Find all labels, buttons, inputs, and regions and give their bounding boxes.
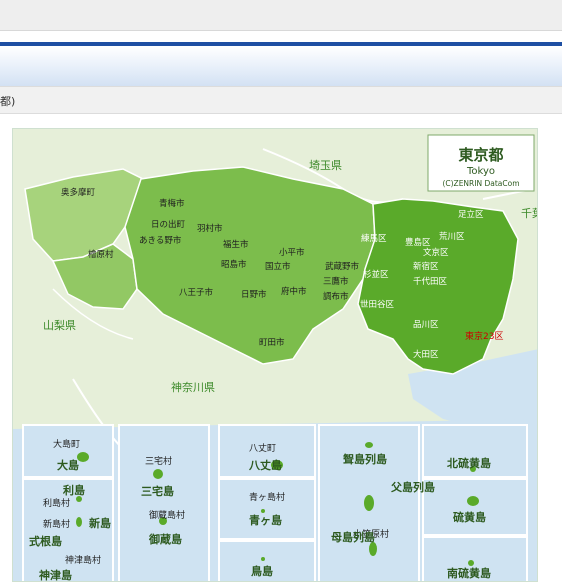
label-hachioji: 八王子市	[179, 287, 214, 298]
tokyo-map: 東京都 Tokyo (C)ZENRIN DataCom 埼玉県 山梨県 神奈川県…	[12, 128, 538, 582]
label-toshima-village: 利島村	[43, 497, 70, 509]
label-yamanashi: 山梨県	[43, 318, 76, 332]
label-shikinejima: 式根島	[29, 534, 62, 548]
island-shape	[76, 517, 82, 527]
label-kozushima: 神津島	[39, 568, 72, 582]
label-oshima: 大島	[57, 458, 79, 472]
island-shape	[369, 542, 377, 556]
island-shape	[261, 509, 265, 513]
label-toshima-island: 利島	[63, 483, 85, 497]
island-shape	[468, 560, 474, 566]
label-nerima: 練馬区	[361, 233, 387, 244]
label-mukojima: 聟島列島	[343, 452, 387, 466]
label-toshima: 豊島区	[405, 237, 431, 248]
label-fuchu: 府中市	[281, 286, 307, 297]
label-minamiiwo: 南硫黄島	[447, 566, 491, 580]
label-adachi: 足立区	[458, 209, 484, 220]
label-akiruno: あきる野市	[139, 235, 182, 246]
label-shinjuku: 新宿区	[413, 261, 439, 272]
label-akishima: 昭島市	[221, 259, 247, 270]
label-miyakejima: 三宅島	[141, 484, 174, 498]
label-fussa: 福生市	[223, 239, 249, 250]
island-shape	[364, 495, 374, 511]
label-setagaya: 世田谷区	[360, 299, 395, 310]
label-hamura: 羽村市	[197, 223, 223, 234]
label-ota: 大田区	[413, 349, 439, 360]
island-cell-aogashima[interactable]	[218, 478, 316, 540]
label-kitaiwo: 北硫黄島	[447, 456, 491, 470]
label-chichijima: 父島列島	[390, 480, 435, 494]
label-miyake-village: 三宅村	[145, 455, 172, 467]
label-musashino: 武蔵野市	[325, 261, 360, 272]
islands-panel: 大島町 大島 利島 利島村 新島村 新島 式根島 神津島村 神津島 三宅村 三宅…	[22, 424, 528, 582]
label-mikura-village: 御蔵島村	[149, 509, 185, 521]
breadcrumb-bar: 都)	[0, 86, 562, 114]
label-suginami: 杉並区	[363, 269, 389, 280]
label-niijima: 新島	[89, 516, 111, 530]
label-chofu: 調布市	[323, 291, 349, 302]
label-hinohara: 檜原村	[88, 249, 114, 260]
island-cell-iwojima[interactable]	[422, 478, 528, 536]
label-kunitachi: 国立市	[265, 261, 291, 272]
island-shape	[261, 557, 265, 561]
map-svg: 東京都 Tokyo (C)ZENRIN DataCom 埼玉県 山梨県 神奈川県…	[13, 129, 538, 582]
label-aogashima-village: 青ヶ島村	[249, 491, 285, 503]
label-hino: 日野市	[241, 289, 267, 300]
label-kanagawa: 神奈川県	[171, 380, 215, 394]
label-hachijo-town: 八丈町	[249, 443, 276, 454]
title-credit: (C)ZENRIN DataCom	[442, 179, 519, 188]
island-cell-miyake[interactable]	[118, 424, 210, 582]
title-en: Tokyo	[466, 166, 495, 177]
title-ja: 東京都	[458, 146, 503, 164]
label-hachijojima: 八丈島	[248, 458, 282, 472]
island-shape	[153, 469, 163, 479]
label-niijima-village: 新島村	[43, 518, 70, 530]
breadcrumb: 都)	[0, 95, 16, 108]
label-iwojima: 硫黄島	[453, 510, 486, 524]
label-oshima-town: 大島町	[53, 438, 80, 450]
browser-top-strip	[0, 0, 562, 31]
header-band	[0, 46, 562, 86]
island-shape	[467, 496, 479, 506]
label-mikurajima: 御蔵島	[148, 532, 182, 546]
label-aogashima: 青ヶ島	[249, 513, 282, 527]
label-okutama: 奥多摩町	[61, 187, 96, 198]
label-bunkyo: 文京区	[423, 247, 449, 258]
label-machida: 町田市	[259, 337, 285, 348]
label-saitama: 埼玉県	[309, 158, 342, 172]
label-ome: 青梅市	[159, 198, 185, 209]
label-kodaira: 小平市	[279, 247, 305, 258]
label-hinode: 日の出町	[151, 219, 186, 230]
label-hahajima: 母島列島	[331, 530, 375, 544]
label-chiyoda: 千代田区	[413, 276, 448, 287]
label-mitaka: 三鷹市	[323, 276, 349, 287]
label-arakawa: 荒川区	[439, 231, 465, 242]
label-shinagawa: 品川区	[413, 320, 439, 330]
island-shape	[365, 442, 373, 448]
label-torishima: 鳥島	[251, 564, 273, 578]
label-23-wards: 東京23区	[465, 330, 503, 342]
label-kozushima-village: 神津島村	[65, 554, 101, 566]
label-chiba: 千葉県	[521, 206, 538, 220]
